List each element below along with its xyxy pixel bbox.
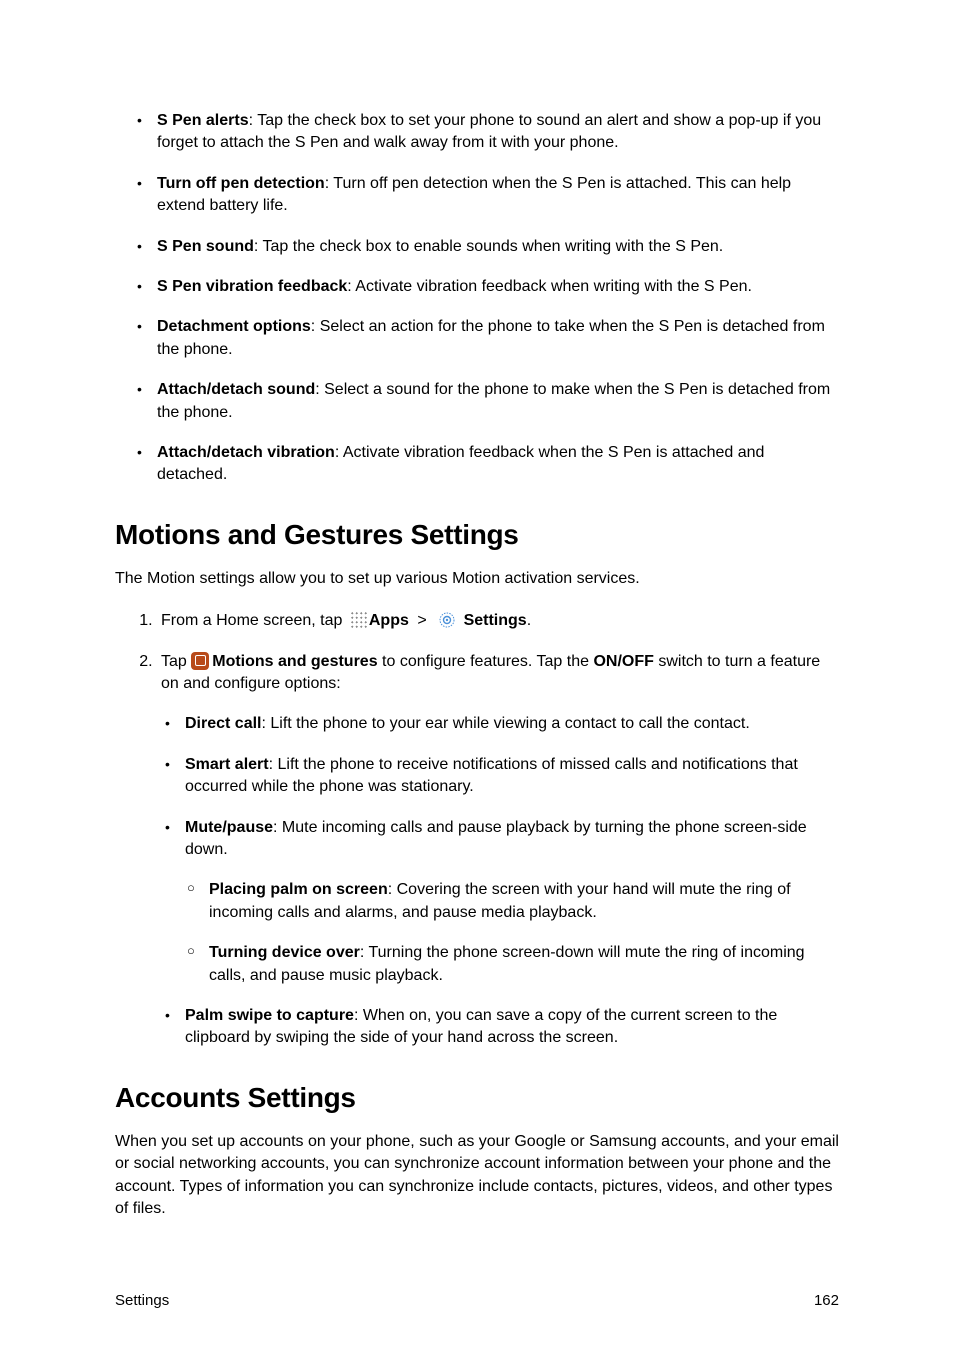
item-label: S Pen sound [157, 238, 254, 255]
spen-item: Turn off pen detection: Turn off pen det… [157, 173, 839, 218]
spen-item: Attach/detach sound: Select a sound for … [157, 379, 839, 424]
item-label: Palm swipe to capture [185, 1007, 354, 1024]
motions-features-list: Direct call: Lift the phone to your ear … [161, 713, 839, 1049]
feature-item: Mute/pause: Mute incoming calls and paus… [185, 817, 839, 987]
motions-heading: Motions and Gestures Settings [115, 515, 839, 554]
step-2: Tap Motions and gestures to configure fe… [157, 651, 839, 1050]
feature-item: Smart alert: Lift the phone to receive n… [185, 754, 839, 799]
step1-settings: Settings [464, 612, 527, 629]
step1-apps: Apps [369, 612, 409, 629]
page-footer: Settings 162 [115, 1290, 839, 1311]
motions-steps: From a Home screen, tap Apps > Settings.… [115, 610, 839, 1049]
accounts-intro: When you set up accounts on your phone, … [115, 1131, 839, 1221]
step2-pre: Tap [161, 653, 187, 670]
item-label: Direct call [185, 715, 261, 732]
footer-page-number: 162 [814, 1290, 839, 1311]
spen-item: Detachment options: Select an action for… [157, 316, 839, 361]
step2-mid: to configure features. Tap the [378, 653, 594, 670]
item-label: Turn off pen detection [157, 175, 325, 192]
feature-item: Palm swipe to capture: When on, you can … [185, 1005, 839, 1050]
item-label: Turning device over [209, 944, 360, 961]
motions-intro: The Motion settings allow you to set up … [115, 568, 839, 590]
accounts-heading: Accounts Settings [115, 1078, 839, 1117]
step1-period: . [527, 612, 531, 629]
step2-onoff: ON/OFF [593, 653, 653, 670]
mute-sublist: Placing palm on screen: Covering the scr… [185, 879, 839, 987]
step-1: From a Home screen, tap Apps > Settings. [157, 610, 839, 632]
item-text: : Mute incoming calls and pause playback… [185, 819, 807, 858]
spen-item: S Pen alerts: Tap the check box to set y… [157, 110, 839, 155]
step2-mg: Motions and gestures [212, 653, 377, 670]
item-label: Mute/pause [185, 819, 273, 836]
item-label: Smart alert [185, 756, 269, 773]
step1-pre: From a Home screen, tap [161, 612, 342, 629]
spen-item: Attach/detach vibration: Activate vibrat… [157, 442, 839, 487]
sub-item: Turning device over: Turning the phone s… [209, 942, 839, 987]
motions-icon [191, 652, 209, 670]
breadcrumb-separator: > [417, 612, 426, 629]
spen-options-list: S Pen alerts: Tap the check box to set y… [115, 110, 839, 487]
item-label: Attach/detach vibration [157, 444, 335, 461]
item-label: Detachment options [157, 318, 311, 335]
item-label: Attach/detach sound [157, 381, 315, 398]
spen-item: S Pen vibration feedback: Activate vibra… [157, 276, 839, 298]
item-label: S Pen vibration feedback [157, 278, 347, 295]
item-text: : Tap the check box to enable sounds whe… [254, 238, 723, 255]
settings-icon [438, 611, 456, 629]
item-text: : Tap the check box to set your phone to… [157, 112, 821, 151]
item-label: Placing palm on screen [209, 881, 388, 898]
item-text: : Lift the phone to receive notification… [185, 756, 798, 795]
footer-section: Settings [115, 1290, 169, 1311]
item-label: S Pen alerts [157, 112, 249, 129]
feature-item: Direct call: Lift the phone to your ear … [185, 713, 839, 735]
apps-icon [349, 610, 367, 628]
item-text: : Lift the phone to your ear while viewi… [261, 715, 749, 732]
sub-item: Placing palm on screen: Covering the scr… [209, 879, 839, 924]
item-text: : Activate vibration feedback when writi… [347, 278, 752, 295]
spen-item: S Pen sound: Tap the check box to enable… [157, 236, 839, 258]
